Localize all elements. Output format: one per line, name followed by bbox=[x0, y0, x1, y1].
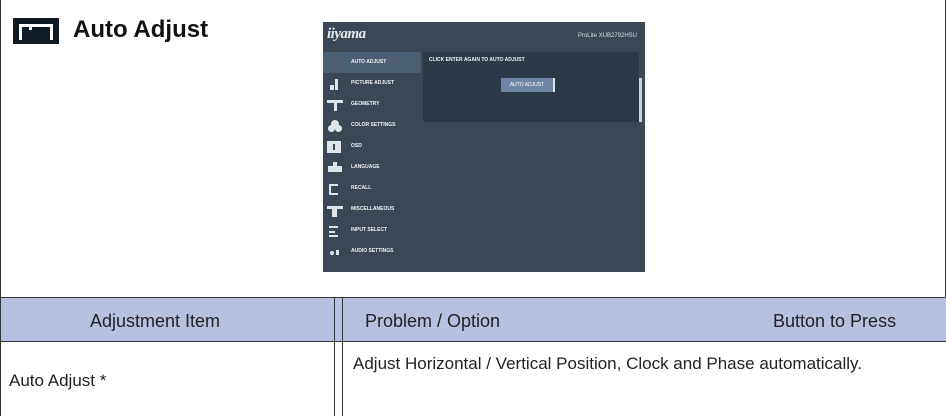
miscellaneous-icon bbox=[327, 203, 343, 217]
geometry-icon bbox=[327, 98, 343, 112]
picture-adjust-icon bbox=[327, 77, 343, 91]
table-row: Auto Adjust * Adjust Horizontal / Vertic… bbox=[0, 342, 946, 416]
auto-adjust-icon bbox=[13, 18, 59, 44]
language-icon bbox=[327, 161, 343, 175]
section-box: Auto Adjust iiyama ProLite XUB2792HSU AU… bbox=[0, 0, 946, 298]
osd-menu-item-miscellaneous[interactable]: MISCELLANEOUS bbox=[323, 199, 421, 220]
osd-icon bbox=[327, 140, 343, 154]
osd-menu-item-auto-adjust[interactable]: AUTO ADJUST bbox=[323, 52, 421, 73]
color-settings-icon bbox=[327, 119, 343, 133]
osd-screenshot: iiyama ProLite XUB2792HSU AUTO ADJUST PI… bbox=[323, 22, 645, 272]
osd-menu-item-osd[interactable]: OSD bbox=[323, 136, 421, 157]
brand-logo: iiyama bbox=[327, 26, 366, 42]
auto-adjust-button[interactable]: AUTO ADJUST bbox=[501, 78, 555, 92]
osd-menu-item-audio-settings[interactable]: AUDIO SETTINGS bbox=[323, 241, 421, 262]
osd-scrollbar[interactable] bbox=[639, 78, 642, 122]
osd-content-panel: CLICK ENTER AGAIN TO AUTO ADJUST AUTO AD… bbox=[423, 52, 639, 122]
recall-icon bbox=[327, 182, 343, 196]
osd-menu-item-label: COLOR SETTINGS bbox=[351, 122, 396, 128]
osd-menu-item-recall[interactable]: RECALL bbox=[323, 178, 421, 199]
column-divider bbox=[334, 298, 335, 416]
column-divider bbox=[342, 298, 343, 416]
osd-header: iiyama ProLite XUB2792HSU bbox=[323, 22, 645, 46]
model-name: ProLite XUB2792HSU bbox=[577, 33, 637, 39]
audio-settings-icon bbox=[327, 245, 343, 259]
osd-menu-item-input-select[interactable]: INPUT SELECT bbox=[323, 220, 421, 241]
section-title: Auto Adjust bbox=[73, 16, 209, 43]
column-header-item: Adjustment Item bbox=[90, 311, 221, 331]
adjustment-item-cell: Auto Adjust * bbox=[9, 371, 107, 390]
input-select-icon bbox=[327, 224, 343, 238]
osd-menu-item-geometry[interactable]: GEOMETRY bbox=[323, 94, 421, 115]
osd-menu-item-label: RECALL bbox=[351, 185, 372, 191]
osd-menu-item-label: AUDIO SETTINGS bbox=[351, 248, 394, 254]
osd-menu-item-label: OSD bbox=[351, 143, 362, 149]
osd-menu-item-color-settings[interactable]: COLOR SETTINGS bbox=[323, 115, 421, 136]
osd-menu-item-label: AUTO ADJUST bbox=[351, 59, 387, 65]
osd-menu-item-language[interactable]: LANGUAGE bbox=[323, 157, 421, 178]
column-header-button: Button to Press bbox=[773, 311, 897, 331]
column-header-problem: Problem / Option bbox=[365, 311, 501, 331]
osd-prompt: CLICK ENTER AGAIN TO AUTO ADJUST bbox=[429, 57, 525, 63]
description-cell: Adjust Horizontal / Vertical Position, C… bbox=[353, 354, 862, 373]
adjustment-table: Adjustment Item Problem / Option Button … bbox=[0, 298, 946, 416]
osd-menu-item-label: INPUT SELECT bbox=[351, 227, 388, 233]
osd-menu-item-label: MISCELLANEOUS bbox=[351, 206, 395, 212]
osd-menu-item-picture-adjust[interactable]: PICTURE ADJUST bbox=[323, 73, 421, 94]
table-header: Adjustment Item Problem / Option Button … bbox=[0, 298, 946, 342]
osd-menu-item-label: PICTURE ADJUST bbox=[351, 80, 395, 86]
manual-page: Auto Adjust iiyama ProLite XUB2792HSU AU… bbox=[0, 0, 946, 416]
osd-menu-item-label: GEOMETRY bbox=[351, 101, 380, 107]
osd-menu-item-label: LANGUAGE bbox=[351, 164, 380, 170]
osd-menu: AUTO ADJUST PICTURE ADJUST GEOMETRY COLO… bbox=[323, 52, 421, 272]
